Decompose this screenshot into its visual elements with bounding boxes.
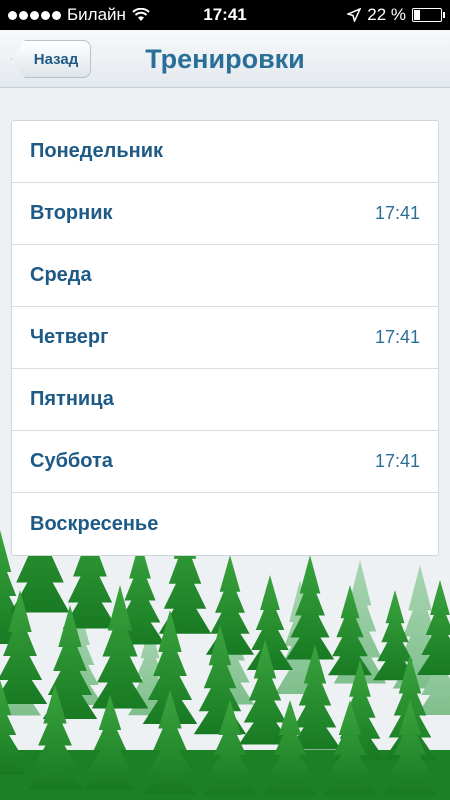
carrier-name: Билайн [67,5,126,24]
back-button[interactable]: Назад [11,40,91,78]
day-label: Суббота [30,450,113,472]
list-item-friday[interactable]: Пятница [12,369,438,431]
day-time: 17:41 [374,203,420,223]
status-time: 17:41 [203,5,247,24]
list-item-sunday[interactable]: Воскресенье [12,493,438,555]
day-label: Вторник [30,202,113,224]
list-item-tuesday[interactable]: Вторник 17:41 [12,183,438,245]
day-time: 17:41 [374,451,420,471]
day-label: Четверг [30,326,109,348]
day-label: Понедельник [30,140,163,162]
list-item-saturday[interactable]: Суббота 17:41 [12,431,438,493]
status-left: Билайн [8,5,150,25]
navigation-bar: Тренировки Назад [0,30,450,88]
wifi-icon [132,8,150,21]
status-right: 22 % [347,5,445,25]
location-arrow-icon [347,8,362,22]
battery-icon [412,8,445,22]
list-item-thursday[interactable]: Четверг 17:41 [12,307,438,369]
day-time: 17:41 [374,327,420,347]
battery-percent: 22 % [367,5,406,24]
pine-tree-icon [205,555,255,655]
day-label: Среда [30,264,92,286]
day-label: Пятница [30,388,114,410]
status-bar: Билайн 17:41 22 % [0,0,450,30]
pine-tree-icon [246,575,294,670]
signal-icon [8,10,61,20]
day-label: Воскресенье [30,512,159,535]
list-item-wednesday[interactable]: Среда [12,245,438,307]
list-item-monday[interactable]: Понедельник [12,121,438,183]
weekday-list: Понедельник Вторник 17:41 Среда Четверг … [11,120,439,556]
